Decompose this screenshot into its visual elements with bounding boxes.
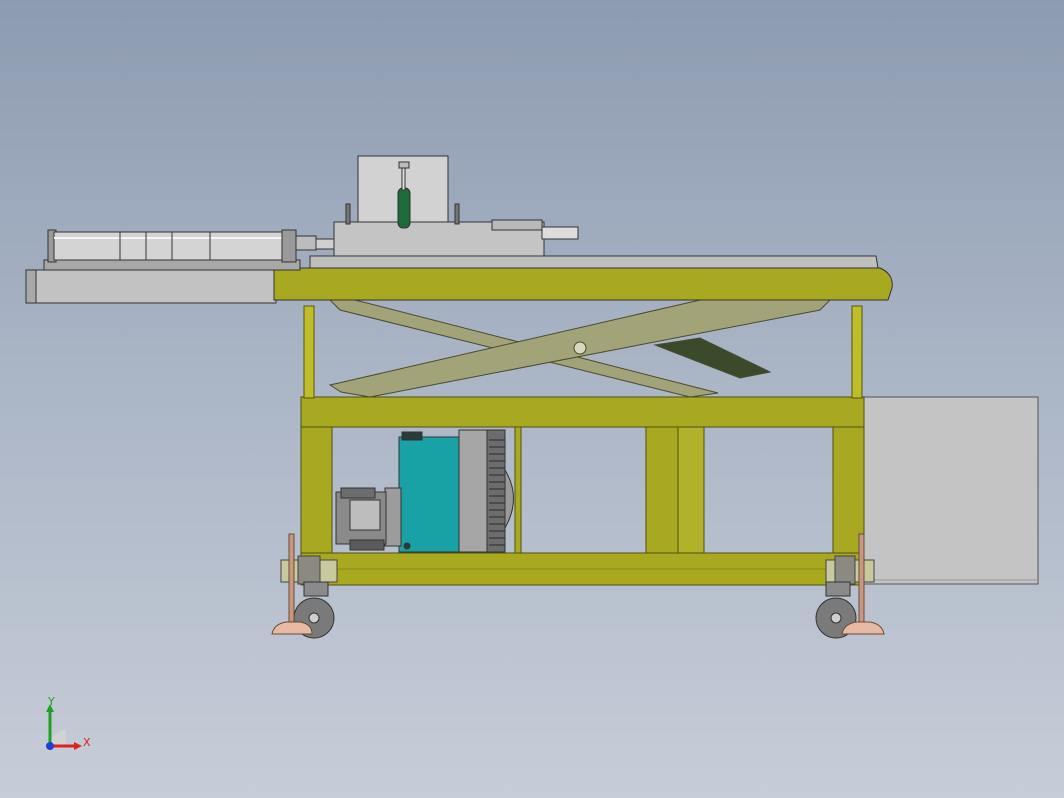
triad-axes [46, 704, 82, 750]
hydraulic-cylinder [43, 229, 335, 271]
upper-clamp [345, 155, 460, 229]
scissor-lift-cart-model [25, 155, 1039, 639]
cad-viewport[interactable]: Y X [0, 0, 1064, 798]
hydraulic-pump-unit [335, 429, 514, 553]
coordinate-triad: Y X [36, 696, 106, 760]
scissor-arms [328, 299, 832, 398]
side-cabinet [861, 396, 1039, 585]
y-axis-label: Y [48, 695, 55, 708]
x-axis-label: X [83, 736, 91, 749]
slide-block [333, 219, 579, 257]
